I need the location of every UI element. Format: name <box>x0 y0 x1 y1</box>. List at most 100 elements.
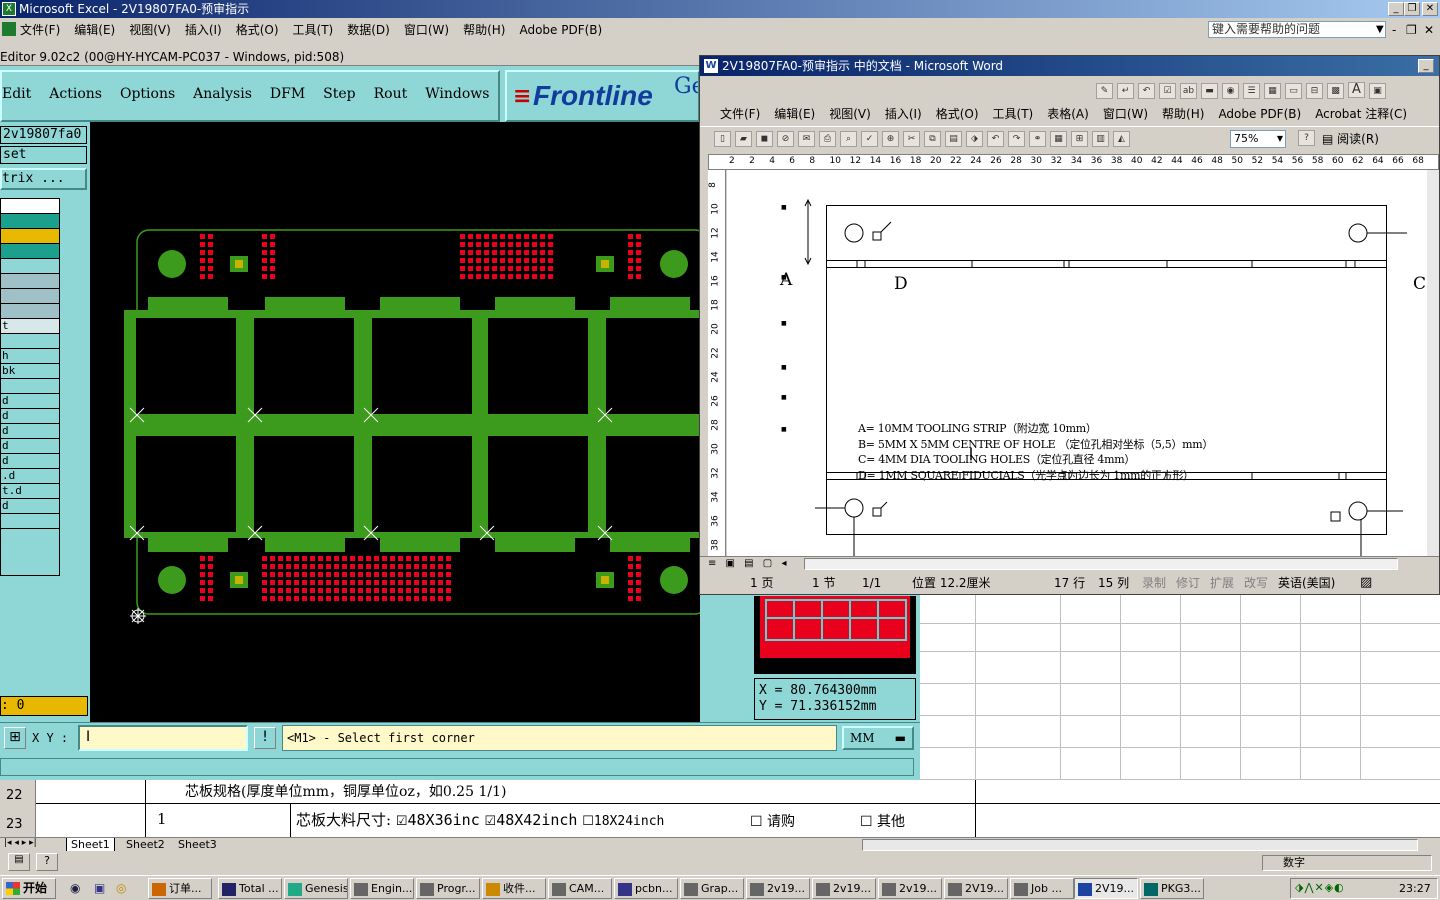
layer-row[interactable]: d <box>1 409 59 424</box>
spelling-status-icon[interactable]: ▨ <box>1360 574 1372 592</box>
layer-row[interactable]: t <box>1 319 59 334</box>
taskbar-item[interactable]: 订单... <box>148 878 212 899</box>
layer-row[interactable] <box>1 379 59 394</box>
taskbar-item[interactable]: 2v19... <box>746 878 810 899</box>
layer-row[interactable] <box>1 274 59 289</box>
help-search-input[interactable]: 键入需要帮助的问题 <box>1208 21 1386 38</box>
checkbox-48x36[interactable]: ☑ <box>396 814 408 829</box>
units-select[interactable]: MM ▬ <box>842 726 914 750</box>
layer-row[interactable]: d <box>1 424 59 439</box>
genesis-menu-item[interactable]: Edit <box>2 86 31 102</box>
layer-row[interactable]: t.d <box>1 484 59 499</box>
doc-restore-button[interactable]: ❐ <box>1406 19 1417 41</box>
word-menu-item[interactable]: 文件(F) <box>720 107 760 121</box>
tab-sheet1[interactable]: Sheet1 <box>66 838 115 852</box>
checkbox-icon[interactable]: ☑ <box>1159 83 1176 99</box>
layer-row[interactable] <box>1 334 59 349</box>
taskbar-item[interactable]: 收件... <box>482 878 546 899</box>
view-buttons-icons[interactable]: ≡ ▣ ▤ ▢ ◂ <box>708 558 789 569</box>
word-menu-item[interactable]: 格式(O) <box>936 107 979 121</box>
insert-table-icon[interactable]: ⊞ <box>1071 131 1088 147</box>
accept-change-icon[interactable]: ↵ <box>1117 83 1134 99</box>
quicklaunch-desktop-icon[interactable]: ▣ <box>94 881 105 895</box>
shade-icon[interactable]: ▩ <box>1327 83 1344 99</box>
list-icon[interactable]: ☰ <box>1243 83 1260 99</box>
excel-menu-item[interactable]: 工具(T) <box>293 23 334 37</box>
excel-menu-item[interactable]: 编辑(E) <box>74 23 115 37</box>
zoom-select[interactable]: 75% ▼ <box>1230 130 1286 148</box>
print-icon[interactable]: ⎙ <box>819 131 836 147</box>
word-menu-item[interactable]: 视图(V) <box>829 107 871 121</box>
excel-menu-item[interactable]: Adobe PDF(B) <box>519 23 602 37</box>
genesis-menu-item[interactable]: Windows <box>425 86 489 102</box>
save-icon[interactable]: ◼ <box>756 131 773 147</box>
permission-icon[interactable]: ⊘ <box>777 131 794 147</box>
drawing-icon[interactable]: ◭ <box>1113 131 1130 147</box>
checkbox-request[interactable]: ☐ <box>750 814 763 830</box>
doc-close-button[interactable]: ✕ <box>1424 19 1434 41</box>
tab-sheet2[interactable]: Sheet2 <box>122 838 169 851</box>
preview-icon[interactable]: ⌕ <box>840 131 857 147</box>
cut-icon[interactable]: ✂ <box>903 131 920 147</box>
layer-row[interactable]: d <box>1 499 59 514</box>
line-icon[interactable]: ▬ <box>1201 83 1218 99</box>
layer-row[interactable]: h <box>1 349 59 364</box>
excel-menu-item[interactable]: 插入(I) <box>185 23 222 37</box>
textbox-icon[interactable]: ab <box>1180 83 1197 99</box>
frame-icon[interactable]: ▭ <box>1285 83 1302 99</box>
layer-row[interactable] <box>1 289 59 304</box>
taskbar-item[interactable]: Total ... <box>218 878 282 899</box>
quicklaunch-ie-icon[interactable]: ◉ <box>70 881 80 895</box>
taskbar-item[interactable]: Engin... <box>350 878 414 899</box>
taskbar-item[interactable]: 2v19... <box>812 878 876 899</box>
combo-icon[interactable]: ⊟ <box>1306 83 1323 99</box>
taskbar-item[interactable]: 2v19... <box>878 878 942 899</box>
text-a-icon[interactable]: A <box>1348 82 1365 98</box>
tab-sheet3[interactable]: Sheet3 <box>174 838 221 851</box>
step-name-field[interactable]: set <box>0 146 87 164</box>
checkbox-18x24[interactable]: ☐ <box>582 814 594 829</box>
genesis-menu-item[interactable]: Actions <box>49 86 102 102</box>
checkbox-48x42[interactable]: ☑ <box>485 814 497 829</box>
draw-icon[interactable]: ▤ <box>8 853 30 871</box>
open-icon[interactable]: ▰ <box>735 131 752 147</box>
paste-icon[interactable]: ▤ <box>945 131 962 147</box>
edit-icon[interactable]: ✎ <box>1096 83 1113 99</box>
excel-menu-item[interactable]: 数据(D) <box>347 23 390 37</box>
reading-button[interactable]: ▤ 阅读(R) <box>1322 130 1379 147</box>
taskbar-item[interactable]: CAM... <box>548 878 612 899</box>
hscroll-track[interactable] <box>804 558 1398 570</box>
layer-row[interactable]: d <box>1 454 59 469</box>
genesis-menu-item[interactable]: Options <box>120 86 175 102</box>
word-menu-item[interactable]: Adobe PDF(B) <box>1218 107 1301 121</box>
help-dropdown-icon[interactable]: ▼ <box>1376 19 1384 41</box>
layer-row[interactable]: d <box>1 394 59 409</box>
excel-rows-visible[interactable]: 22 23 芯板规格(厚度单位mm，铜厚单位oz，如0.25 1/1) 1 芯板… <box>0 780 1440 837</box>
undo-icon[interactable]: ↶ <box>987 131 1004 147</box>
genesis-menu-item[interactable]: Step <box>323 86 355 102</box>
document-page[interactable]: ■ ■ ■ ■ ■ ■ A D C B D B A= 10MM TOOLING … <box>727 170 1439 558</box>
word-menu-item[interactable]: 编辑(E) <box>774 107 815 121</box>
excel-menu-item[interactable]: 帮助(H) <box>463 23 505 37</box>
tables-icon[interactable]: ▦ <box>1050 131 1067 147</box>
status-track[interactable]: 修订 <box>1176 574 1200 592</box>
pcb-drawing[interactable] <box>90 122 700 722</box>
close-button[interactable]: ✕ <box>1422 2 1438 16</box>
layer-row[interactable] <box>1 199 59 214</box>
word-vscroll[interactable] <box>1427 170 1439 558</box>
redo-icon[interactable]: ↷ <box>1008 131 1025 147</box>
word-menu-item[interactable]: 窗口(W) <box>1103 107 1148 121</box>
status-record[interactable]: 录制 <box>1142 574 1166 592</box>
word-menu-item[interactable]: 表格(A) <box>1047 107 1089 121</box>
table-icon[interactable]: ▦ <box>1264 83 1281 99</box>
layer-row[interactable] <box>1 229 59 244</box>
excel-menu-item[interactable]: 视图(V) <box>129 23 171 37</box>
vertical-ruler[interactable]: 8 10 12 14 16 18 20 22 24 26 28 30 32 34 36 38 <box>708 170 726 558</box>
genesis-menu-item[interactable]: Analysis <box>193 86 252 102</box>
taskbar-item[interactable]: 2V19... <box>1074 878 1138 899</box>
grid-snap-icon[interactable]: ⊞ <box>4 727 26 749</box>
help-icon[interactable]: ? <box>36 853 58 871</box>
xy-input[interactable]: I <box>78 725 248 751</box>
reject-change-icon[interactable]: ↶ <box>1138 83 1155 99</box>
taskbar-item[interactable]: Genesis <box>284 878 348 899</box>
